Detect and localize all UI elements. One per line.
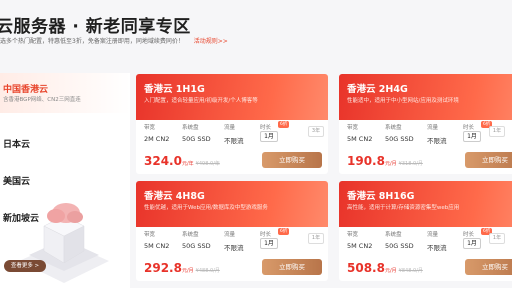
spec-header-disk: 系统盘 — [182, 125, 199, 131]
spec-header-disk: 系统盘 — [385, 232, 402, 238]
spec-header-bandwidth: 带宽 — [347, 125, 359, 131]
duration-option[interactable]: 1年 — [489, 126, 505, 137]
region-desc: 含香港BGP网络、CN2三网直连 — [3, 97, 81, 103]
spec-header-bandwidth: 带宽 — [347, 232, 359, 238]
duration-select[interactable]: 1月 — [463, 238, 481, 249]
spec-header-duration: 时长 — [463, 125, 475, 131]
spec-header-bandwidth: 带宽 — [144, 125, 156, 131]
page-header: 云服务器 · 新老同享专区 选多个热门配置，特惠低至3折，免备案注册即用，同地域… — [0, 0, 512, 60]
price-value: 508.8 — [347, 261, 385, 275]
price-value: 292.8 — [144, 261, 182, 275]
region-item-japan[interactable]: 日本云 — [0, 137, 130, 167]
price: 508.8元/月 ¥848.0/月 — [347, 261, 423, 275]
spec-traffic: 不限流 — [427, 137, 447, 145]
product-card: 香港云 8H16G 高性能，适用于计算/存储资源密集型web应用 带宽 系统盘 … — [339, 181, 512, 281]
more-button[interactable]: 查看更多 > — [4, 260, 46, 272]
card-desc: 高性能，适用于计算/存储资源密集型web应用 — [347, 205, 460, 211]
product-card: 香港云 2H4G 性能适中，适用于中小型网站/应用及测试环境 带宽 系统盘 流量… — [339, 74, 512, 174]
spec-disk: 50G SSD — [385, 242, 414, 250]
spec-disk: 50G SSD — [385, 135, 414, 143]
buy-button[interactable]: 立即购买 — [262, 152, 322, 168]
price: 292.8元/月 ¥488.0/月 — [144, 261, 220, 275]
price-unit: 元/月 — [384, 268, 397, 274]
price-value: 324.0 — [144, 154, 182, 168]
spec-header-traffic: 流量 — [224, 232, 236, 238]
discount-tag: 6折 — [278, 228, 290, 235]
price-unit: 元/月 — [181, 268, 194, 274]
buy-button[interactable]: 立即购买 — [465, 259, 512, 275]
duration-select[interactable]: 1月 — [463, 131, 481, 142]
spec-header-duration: 时长 — [463, 232, 475, 238]
original-price: ¥488.0/月 — [195, 268, 220, 274]
product-card: 香港云 4H8G 性能优越，适用于Web应用/数据库及中型游戏服务 带宽 系统盘… — [136, 181, 328, 281]
region-name: 美国云 — [3, 177, 31, 187]
price-unit: 元/月 — [384, 161, 397, 167]
duration-option[interactable]: 1年 — [489, 233, 505, 244]
card-title: 香港云 8H16G — [347, 191, 415, 202]
spec-header-bandwidth: 带宽 — [144, 232, 156, 238]
spec-header-disk: 系统盘 — [385, 125, 402, 131]
spec-header-duration: 时长 — [260, 125, 272, 131]
original-price: ¥498.0/年 — [195, 161, 220, 167]
duration-option[interactable]: 1年 — [308, 233, 324, 244]
buy-button[interactable]: 立即购买 — [465, 152, 512, 168]
product-card: 香港云 1H1G 入门配置，适合轻量应用/初级开发/个人博客等 带宽 系统盘 流… — [136, 74, 328, 174]
spec-header-traffic: 流量 — [427, 232, 439, 238]
spec-bandwidth: 5M CN2 — [347, 135, 373, 143]
original-price: ¥318.0/月 — [398, 161, 423, 167]
duration-select[interactable]: 1月 — [260, 238, 278, 249]
rules-link[interactable]: 活动规则>> — [194, 38, 228, 45]
duration-select[interactable]: 1月 — [260, 131, 278, 142]
region-name: 日本云 — [3, 140, 31, 150]
card-desc: 性能适中，适用于中小型网站/应用及测试环境 — [347, 98, 459, 104]
card-desc: 入门配置，适合轻量应用/初级开发/个人博客等 — [144, 98, 258, 104]
region-name: 中国香港云 — [3, 85, 49, 95]
card-header: 香港云 8H16G 高性能，适用于计算/存储资源密集型web应用 — [339, 181, 512, 227]
price-value: 190.8 — [347, 154, 385, 168]
duration-option[interactable]: 3年 — [308, 126, 324, 137]
spec-traffic: 不限流 — [224, 137, 244, 145]
buy-button[interactable]: 立即购买 — [262, 259, 322, 275]
spec-header-traffic: 流量 — [427, 125, 439, 131]
page-subtitle: 选多个热门配置，特惠低至3折，免备案注册即用，同地域续费同价！ 活动规则>> — [0, 36, 228, 45]
card-desc: 性能优越，适用于Web应用/数据库及中型游戏服务 — [144, 205, 268, 211]
spec-header-disk: 系统盘 — [182, 232, 199, 238]
spec-disk: 50G SSD — [182, 135, 211, 143]
price: 190.8元/月 ¥318.0/月 — [347, 154, 423, 168]
spec-bandwidth: 5M CN2 — [347, 242, 373, 250]
spec-bandwidth: 2M CN2 — [144, 135, 170, 143]
page-title: 云服务器 · 新老同享专区 — [0, 17, 191, 37]
discount-tag: 6折 — [278, 121, 290, 128]
spec-disk: 50G SSD — [182, 242, 211, 250]
region-item-hongkong[interactable]: 中国香港云 含香港BGP网络、CN2三网直连 — [0, 73, 130, 113]
spec-bandwidth: 5M CN2 — [144, 242, 170, 250]
original-price: ¥848.0/月 — [398, 268, 423, 274]
card-header: 香港云 1H1G 入门配置，适合轻量应用/初级开发/个人博客等 — [136, 74, 328, 120]
card-title: 香港云 2H4G — [347, 84, 408, 95]
spec-traffic: 不限流 — [224, 244, 244, 252]
spec-header-traffic: 流量 — [224, 125, 236, 131]
card-title: 香港云 4H8G — [144, 191, 205, 202]
spec-header-duration: 时长 — [260, 232, 272, 238]
price: 324.0元/年 ¥498.0/年 — [144, 154, 220, 168]
price-unit: 元/年 — [181, 161, 194, 167]
card-title: 香港云 1H1G — [144, 84, 205, 95]
region-sidebar: 中国香港云 含香港BGP网络、CN2三网直连 日本云 美国云 新加坡云 查看更多… — [0, 73, 130, 288]
spec-traffic: 不限流 — [427, 244, 447, 252]
subtitle-text: 选多个热门配置，特惠低至3折，免备案注册即用，同地域续费同价！ — [0, 38, 184, 45]
card-header: 香港云 2H4G 性能适中，适用于中小型网站/应用及测试环境 — [339, 74, 512, 120]
card-header: 香港云 4H8G 性能优越，适用于Web应用/数据库及中型游戏服务 — [136, 181, 328, 227]
